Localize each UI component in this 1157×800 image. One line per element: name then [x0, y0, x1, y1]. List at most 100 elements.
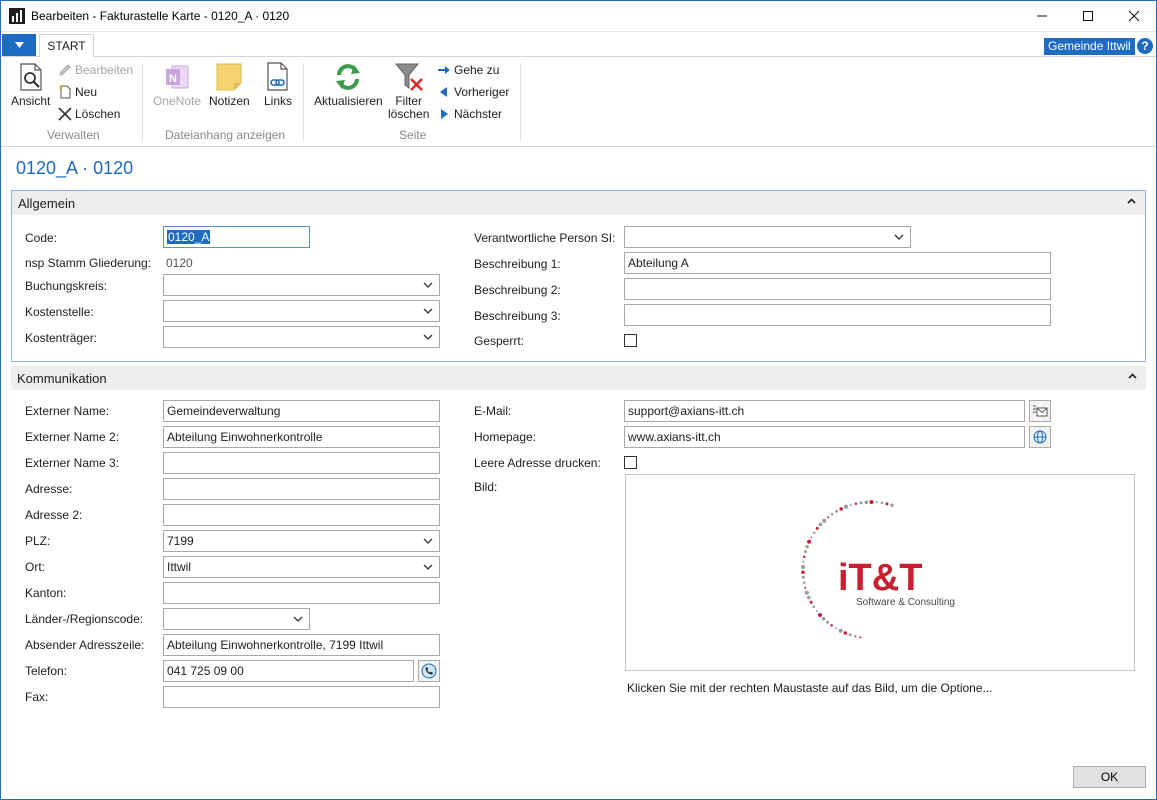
ort-select[interactable]: Ittwil [163, 556, 440, 578]
close-button[interactable] [1111, 0, 1157, 32]
telefon-input[interactable]: 041 725 09 00 [163, 660, 414, 682]
section-title: Allgemein [18, 196, 76, 211]
chevron-down-icon [423, 531, 433, 551]
absender-input[interactable]: Abteilung Einwohnerkontrolle, 7199 Ittwi… [163, 634, 440, 656]
kostenstelle-label: Kostenstelle: [25, 305, 94, 319]
beschreibung1-input[interactable]: Abteilung A [624, 252, 1051, 274]
app-menu-button[interactable] [2, 34, 36, 56]
ansicht-button[interactable]: Ansicht [11, 61, 50, 108]
logo-dot [821, 617, 826, 621]
logo-dot [859, 636, 862, 639]
minimize-button[interactable] [1019, 0, 1065, 32]
code-input[interactable]: 0120_A [163, 226, 310, 248]
adresse2-label: Adresse 2: [25, 508, 83, 522]
section-header-allgemein[interactable]: Allgemein [12, 191, 1145, 215]
help-icon[interactable]: ? [1137, 38, 1153, 54]
maximize-button[interactable] [1065, 0, 1111, 32]
externer-name3-input[interactable] [163, 452, 440, 474]
ok-button[interactable]: OK [1073, 766, 1146, 788]
gesperrt-checkbox[interactable] [624, 334, 637, 347]
tab-start[interactable]: START [39, 34, 94, 58]
email-input[interactable]: support@axians-itt.ch [624, 400, 1025, 422]
nsp-value: 0120 [166, 256, 193, 270]
nsp-label: nsp Stamm Gliederung: [25, 256, 152, 270]
onenote-button[interactable]: N OneNote [153, 61, 201, 108]
send-email-button[interactable] [1029, 400, 1051, 422]
logo-dot [804, 590, 809, 595]
section-kommunikation: Kommunikation [11, 366, 1146, 390]
gehe-zu-button[interactable]: Gehe zu [437, 61, 499, 79]
kostentraeger-select[interactable] [163, 326, 440, 348]
chevron-down-icon [423, 327, 433, 347]
group-label-dateianhang: Dateianhang anzeigen [165, 128, 286, 142]
links-button[interactable]: Links [262, 61, 294, 108]
logo-dot [812, 605, 815, 608]
leere-adresse-checkbox[interactable] [624, 456, 637, 469]
homepage-input[interactable]: www.axians-itt.ch [624, 426, 1025, 448]
logo-dot [835, 627, 837, 630]
laender-select[interactable] [163, 608, 310, 630]
triangle-right-icon [441, 109, 448, 119]
externer-name2-input[interactable]: Abteilung Einwohnerkontrolle [163, 426, 440, 448]
plz-select[interactable]: 7199 [163, 530, 440, 552]
logo-dot [826, 620, 829, 624]
logo-dot [818, 522, 823, 527]
notizen-button[interactable]: Notizen [209, 61, 250, 108]
section-header-kommunikation[interactable]: Kommunikation [11, 366, 1146, 390]
logo-dot [838, 628, 843, 633]
app-icon [9, 8, 25, 24]
plz-value: 7199 [167, 534, 194, 548]
logo-dot [830, 512, 834, 516]
externer-name-input[interactable]: Gemeindeverwaltung [163, 400, 440, 422]
clear-filter-icon [394, 63, 423, 91]
vorheriger-button[interactable]: Vorheriger [437, 83, 509, 101]
picture-box[interactable]: iT&T Software & Consulting [625, 474, 1135, 671]
neu-button[interactable]: Neu [58, 83, 97, 101]
externer-name2-label: Externer Name 2: [25, 430, 120, 444]
beschreibung3-input[interactable] [624, 304, 1051, 326]
pencil-icon [59, 64, 71, 76]
chevron-down-icon [894, 227, 904, 247]
naechster-button[interactable]: Nächster [437, 105, 502, 123]
adresse-input[interactable] [163, 478, 440, 500]
filter-loeschen-button[interactable]: Filter löschen [388, 61, 429, 121]
logo-dot [815, 610, 818, 612]
loeschen-button[interactable]: Löschen [58, 105, 120, 123]
telefon-label: Telefon: [25, 664, 68, 678]
logo-dot [804, 586, 807, 589]
verantwortlich-select[interactable] [624, 226, 911, 248]
arrow-right-icon [438, 66, 450, 74]
logo-dot [844, 504, 848, 509]
logo-dot [801, 570, 805, 574]
collapse-icon[interactable] [1127, 196, 1136, 207]
bearbeiten-label: Bearbeiten [75, 63, 134, 77]
call-button[interactable] [418, 660, 440, 682]
collapse-icon[interactable] [1128, 371, 1137, 382]
triangle-left-icon [440, 87, 447, 97]
logo-dot [839, 507, 843, 511]
logo-dot [835, 509, 839, 513]
open-homepage-button[interactable] [1029, 426, 1051, 448]
beschreibung2-input[interactable] [624, 278, 1051, 300]
bearbeiten-button[interactable]: Bearbeiten [58, 61, 133, 79]
fax-input[interactable] [163, 686, 440, 708]
logo-dot [854, 502, 858, 505]
kanton-input[interactable] [163, 582, 440, 604]
logo-dot [864, 500, 869, 504]
adresse2-input[interactable] [163, 504, 440, 526]
onenote-label: OneNote [153, 94, 202, 108]
kanton-label: Kanton: [25, 586, 67, 600]
beschreibung3-label: Beschreibung 3: [474, 309, 561, 323]
logo-dot [809, 600, 813, 604]
company-badge[interactable]: Gemeinde Ittwil [1044, 38, 1135, 55]
kostenstelle-select[interactable] [163, 300, 440, 322]
neu-label: Neu [75, 85, 98, 99]
picture-hint: Klicken Sie mit der rechten Maustaste au… [627, 681, 993, 695]
svg-text:N: N [169, 73, 177, 85]
phone-icon [421, 663, 437, 679]
logo-dot [805, 544, 809, 549]
ort-label: Ort: [25, 560, 45, 574]
buchungskreis-select[interactable] [163, 274, 440, 296]
aktualisieren-button[interactable]: Aktualisieren [314, 61, 383, 108]
logo-dot [803, 555, 806, 558]
